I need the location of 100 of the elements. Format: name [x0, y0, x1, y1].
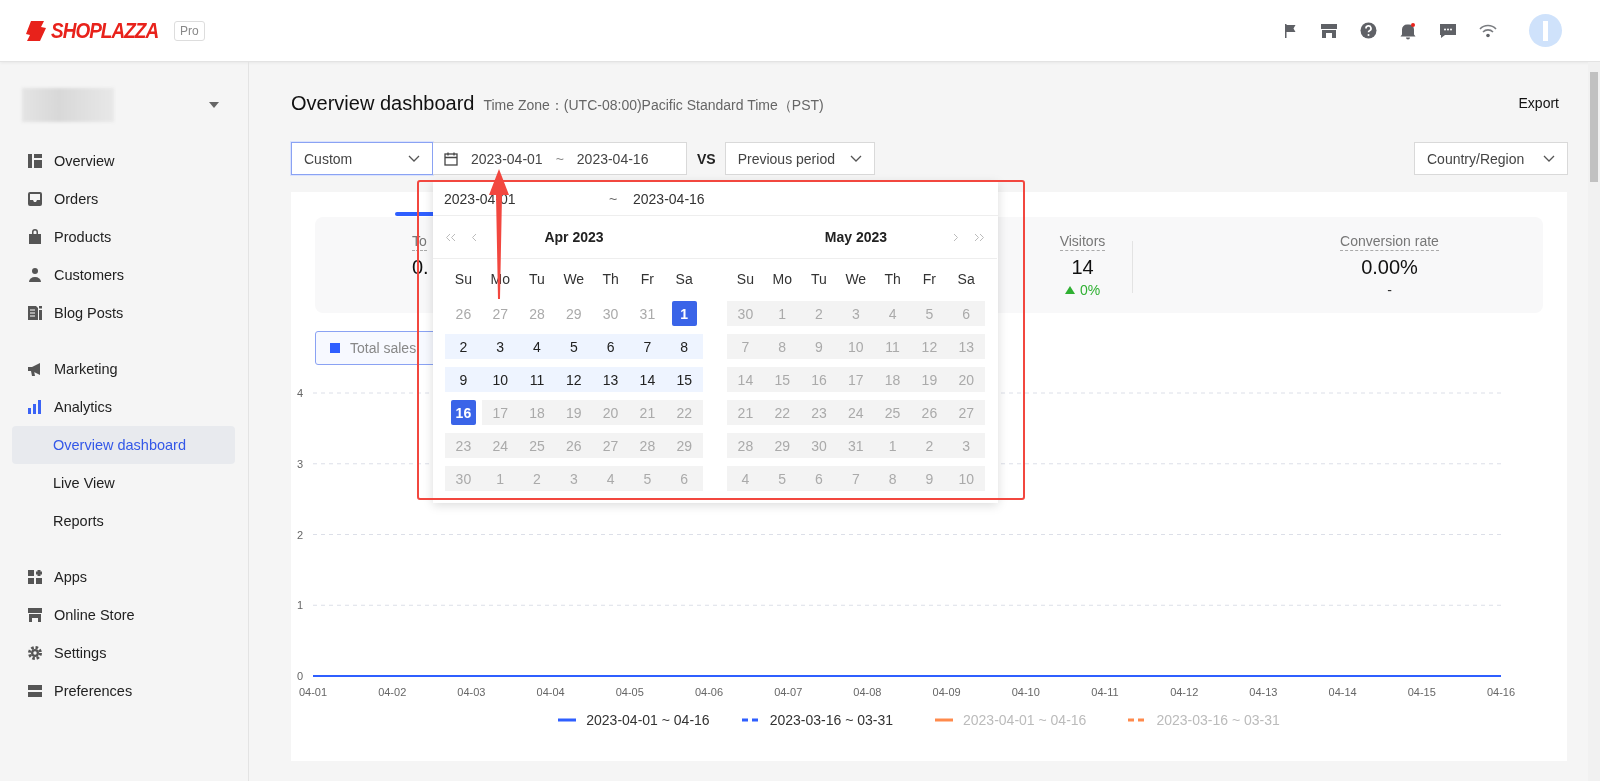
- sidebar-item[interactable]: Blog Posts: [12, 294, 235, 332]
- day-cell[interactable]: 5: [555, 334, 593, 359]
- day-cell[interactable]: 1: [481, 466, 519, 491]
- day-cell[interactable]: 17: [481, 400, 519, 425]
- day-cell[interactable]: 5: [911, 301, 948, 326]
- day-cell[interactable]: 12: [911, 334, 948, 359]
- period-select[interactable]: Custom: [291, 142, 433, 175]
- day-cell[interactable]: 13: [592, 367, 629, 392]
- day-cell[interactable]: 7: [727, 334, 764, 359]
- day-cell[interactable]: 4: [518, 334, 556, 359]
- day-cell[interactable]: 28: [518, 301, 556, 326]
- sidebar-item[interactable]: Analytics: [12, 388, 235, 426]
- day-cell[interactable]: 1: [874, 433, 911, 458]
- day-cell[interactable]: 8: [874, 466, 911, 491]
- day-cell[interactable]: 25: [518, 433, 556, 458]
- day-cell[interactable]: 9: [445, 367, 482, 392]
- day-cell[interactable]: 26: [555, 433, 593, 458]
- day-cell[interactable]: 8: [763, 334, 801, 359]
- day-cell[interactable]: 23: [800, 400, 838, 425]
- day-cell[interactable]: 7: [629, 334, 666, 359]
- help-icon[interactable]: [1360, 22, 1377, 39]
- day-cell[interactable]: 16: [800, 367, 838, 392]
- store-icon[interactable]: [1320, 22, 1338, 39]
- day-cell[interactable]: 3: [481, 334, 519, 359]
- day-cell[interactable]: 6: [800, 466, 838, 491]
- day-cell[interactable]: 23: [445, 433, 482, 458]
- sidebar-subitem[interactable]: Live View: [12, 464, 235, 502]
- day-cell[interactable]: 19: [911, 367, 948, 392]
- day-cell[interactable]: 3: [555, 466, 593, 491]
- sidebar-item[interactable]: Overview: [12, 142, 235, 180]
- day-cell[interactable]: 2: [911, 433, 948, 458]
- day-cell[interactable]: 5: [629, 466, 666, 491]
- sidebar-item[interactable]: Settings: [12, 634, 235, 672]
- day-cell[interactable]: 4: [874, 301, 911, 326]
- day-cell[interactable]: 2: [445, 334, 482, 359]
- wifi-icon[interactable]: [1479, 23, 1497, 38]
- day-cell[interactable]: 16: [451, 400, 476, 425]
- legend-item[interactable]: 2023-04-01 ~ 04-16: [558, 712, 710, 728]
- day-cell[interactable]: 14: [629, 367, 666, 392]
- day-cell[interactable]: 21: [727, 400, 764, 425]
- day-cell[interactable]: 20: [947, 367, 985, 392]
- day-cell[interactable]: 15: [763, 367, 801, 392]
- day-cell[interactable]: 30: [800, 433, 838, 458]
- day-cell[interactable]: 31: [837, 433, 875, 458]
- day-cell[interactable]: 18: [874, 367, 911, 392]
- sidebar-item[interactable]: Online Store: [12, 596, 235, 634]
- day-cell[interactable]: 19: [555, 400, 593, 425]
- day-cell[interactable]: 29: [665, 433, 703, 458]
- day-cell[interactable]: 6: [592, 334, 629, 359]
- message-icon[interactable]: [1439, 22, 1457, 39]
- sidebar-item[interactable]: Customers: [12, 256, 235, 294]
- scrollbar[interactable]: [1588, 62, 1600, 781]
- day-cell[interactable]: 24: [481, 433, 519, 458]
- day-cell[interactable]: 14: [727, 367, 764, 392]
- sidebar-item[interactable]: Orders: [12, 180, 235, 218]
- day-cell[interactable]: 6: [665, 466, 703, 491]
- day-cell[interactable]: 26: [911, 400, 948, 425]
- day-cell[interactable]: 20: [592, 400, 629, 425]
- metric-label[interactable]: Conversion rate: [1340, 232, 1439, 251]
- day-cell[interactable]: 8: [665, 334, 703, 359]
- day-cell[interactable]: 2: [800, 301, 838, 326]
- day-cell[interactable]: 2: [518, 466, 556, 491]
- day-cell[interactable]: 27: [947, 400, 985, 425]
- day-cell[interactable]: 30: [592, 301, 629, 326]
- day-cell[interactable]: 10: [947, 466, 985, 491]
- day-cell[interactable]: 4: [592, 466, 629, 491]
- sidebar-item[interactable]: Apps: [12, 558, 235, 596]
- compare-select[interactable]: Previous period: [724, 142, 875, 175]
- day-cell[interactable]: 26: [445, 301, 482, 326]
- day-cell[interactable]: 9: [911, 466, 948, 491]
- day-cell[interactable]: 22: [665, 400, 703, 425]
- sidebar-subitem[interactable]: Overview dashboard: [12, 426, 235, 464]
- day-cell[interactable]: 22: [763, 400, 801, 425]
- caret-icon[interactable]: [209, 102, 219, 108]
- legend-item[interactable]: 2023-04-01 ~ 04-16: [935, 712, 1087, 728]
- day-cell[interactable]: 12: [555, 367, 593, 392]
- date-range-field[interactable]: 2023-04-01 ~ 2023-04-16: [433, 142, 687, 175]
- day-cell[interactable]: 24: [837, 400, 875, 425]
- day-cell[interactable]: 27: [481, 301, 519, 326]
- sidebar-item[interactable]: Preferences: [12, 672, 235, 710]
- day-cell[interactable]: 29: [555, 301, 593, 326]
- day-cell[interactable]: 6: [947, 301, 985, 326]
- day-cell[interactable]: 1: [671, 301, 697, 326]
- day-cell[interactable]: 21: [629, 400, 666, 425]
- day-cell[interactable]: 30: [727, 301, 764, 326]
- sidebar-item[interactable]: Products: [12, 218, 235, 256]
- day-cell[interactable]: 29: [763, 433, 801, 458]
- day-cell[interactable]: 4: [727, 466, 764, 491]
- day-cell[interactable]: 7: [837, 466, 875, 491]
- sidebar-item[interactable]: Marketing: [12, 350, 235, 388]
- day-cell[interactable]: 3: [837, 301, 875, 326]
- day-cell[interactable]: 15: [665, 367, 703, 392]
- region-select[interactable]: Country/Region: [1414, 142, 1568, 175]
- day-cell[interactable]: 31: [629, 301, 666, 326]
- day-cell[interactable]: 18: [518, 400, 556, 425]
- day-cell[interactable]: 1: [763, 301, 801, 326]
- day-cell[interactable]: 9: [800, 334, 838, 359]
- day-cell[interactable]: 28: [727, 433, 764, 458]
- sidebar-subitem[interactable]: Reports: [12, 502, 235, 540]
- export-link[interactable]: Export: [1518, 95, 1559, 111]
